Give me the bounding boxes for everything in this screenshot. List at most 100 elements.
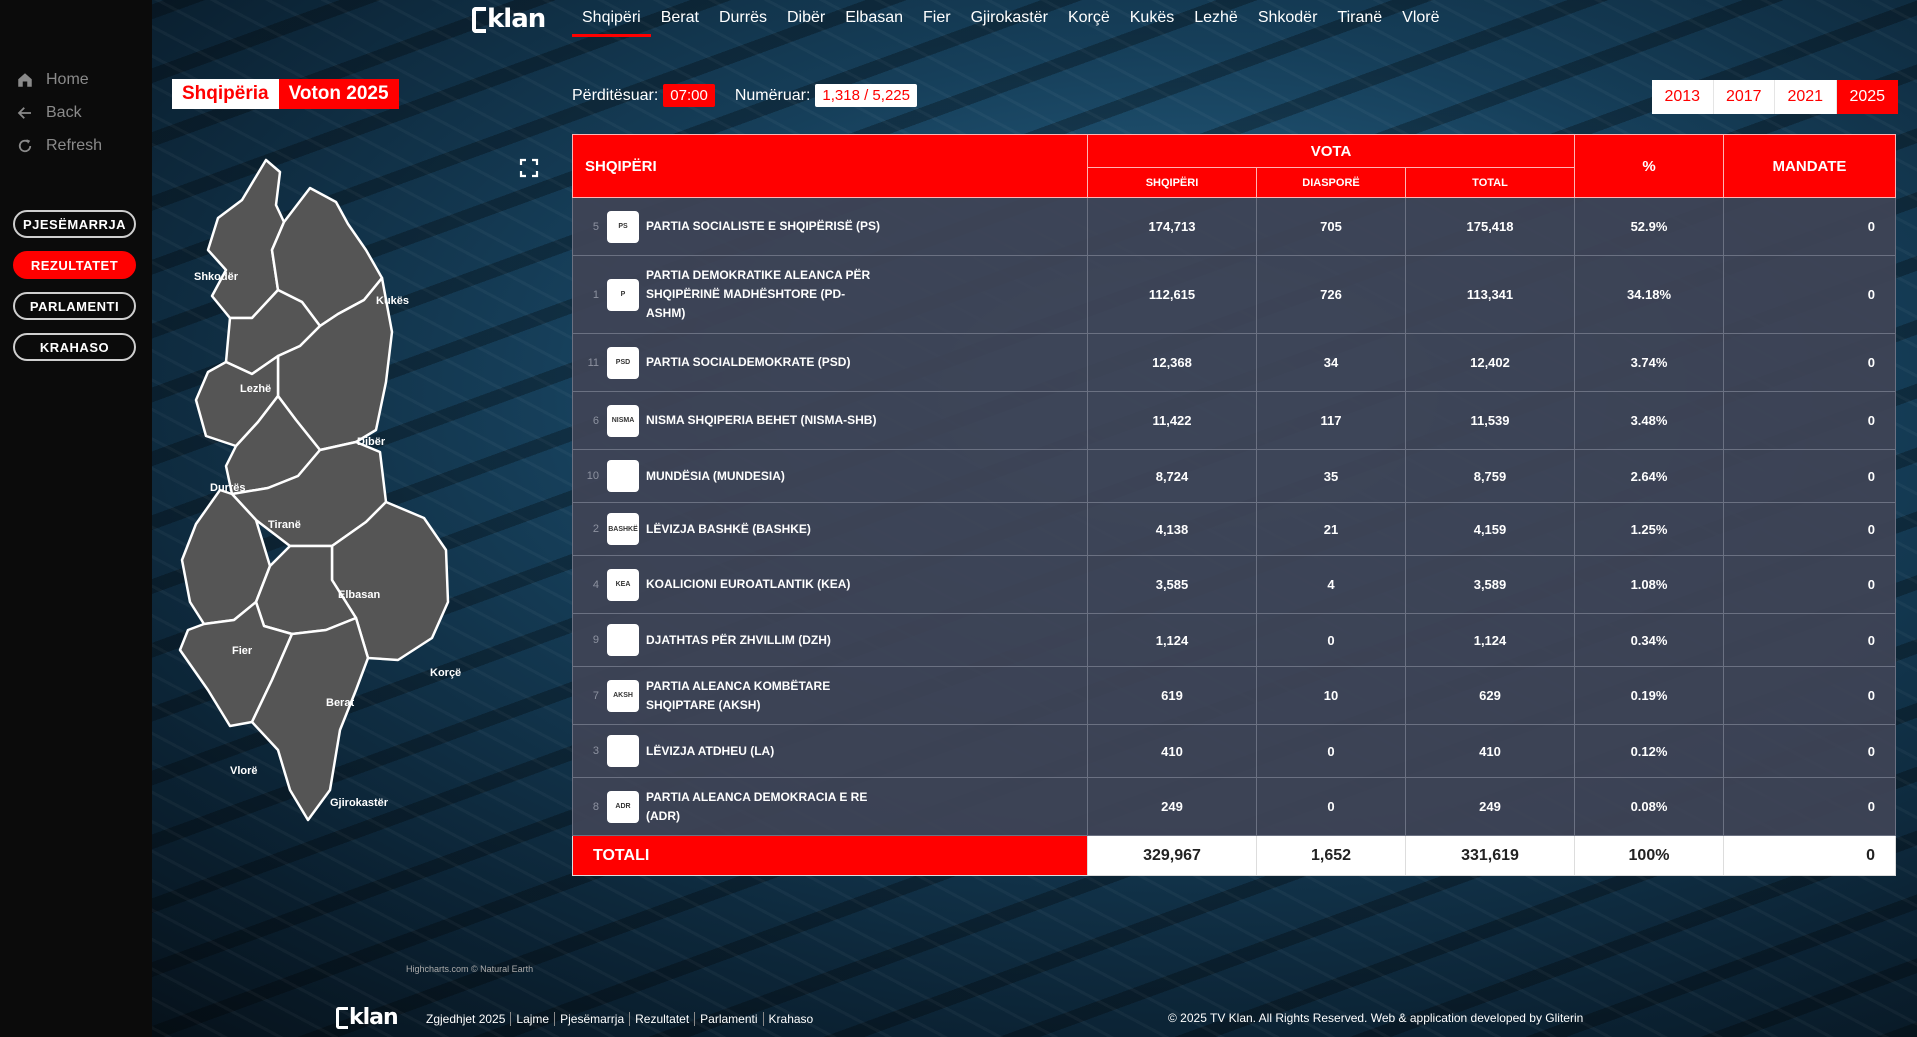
party-cell: 2 BASHKË LËVIZJA BASHKË (BASHKE) bbox=[572, 502, 1088, 556]
parliament-button[interactable]: PARLAMENTI bbox=[13, 292, 136, 320]
counted-label: Numëruar: bbox=[734, 86, 811, 104]
party-row[interactable]: 3 LËVIZJA ATDHEU (LA) 410 0 410 0.12% 0 bbox=[572, 724, 1896, 778]
party-index: 1 bbox=[592, 288, 599, 301]
votes-total: 8,759 bbox=[1405, 449, 1575, 503]
votes-diaspora: 0 bbox=[1256, 777, 1406, 836]
results-button[interactable]: REZULTATET bbox=[13, 251, 136, 279]
votes-domestic: 112,615 bbox=[1087, 255, 1257, 334]
nav-kukes[interactable]: Kukës bbox=[1120, 6, 1184, 37]
votes-total: 3,589 bbox=[1405, 555, 1575, 614]
votes-diaspora: 10 bbox=[1256, 666, 1406, 725]
party-row[interactable]: 11 PSD PARTIA SOCIALDEMOKRATE (PSD) 12,368 3… bbox=[572, 333, 1896, 392]
footer-link-parliament[interactable]: Parlamenti bbox=[695, 1012, 764, 1026]
party-row[interactable]: 1 P PARTIA DEMOKRATIKE ALEANCA PËR SHQIPËR… bbox=[572, 255, 1896, 334]
footer-link-results[interactable]: Rezultatet bbox=[630, 1012, 696, 1026]
map-label-kukes: Kukës bbox=[376, 295, 409, 307]
nav-vlore[interactable]: Vlorë bbox=[1392, 6, 1449, 37]
nav-korce[interactable]: Korçë bbox=[1058, 6, 1120, 37]
year-2021[interactable]: 2021 bbox=[1775, 80, 1837, 114]
year-2013[interactable]: 2013 bbox=[1652, 80, 1714, 114]
votes-diaspora: 34 bbox=[1256, 333, 1406, 392]
nav-lezhe[interactable]: Lezhë bbox=[1184, 6, 1248, 37]
footer-link-news[interactable]: Lajme bbox=[511, 1012, 556, 1026]
refresh-label: Refresh bbox=[46, 137, 103, 154]
map-credits[interactable]: Highcharts.com © Natural Earth bbox=[406, 964, 533, 974]
party-cell: 6 NISMA NISMA SHQIPERIA BEHET (NISMA-SHB) bbox=[572, 391, 1088, 450]
footer-link-compare[interactable]: Krahaso bbox=[764, 1012, 819, 1026]
party-name: PARTIA DEMOKRATIKE ALEANCA PËR SHQIPËRIN… bbox=[646, 268, 871, 320]
klan-logo[interactable]: klan bbox=[472, 4, 546, 34]
refresh-link[interactable]: Refresh bbox=[16, 137, 102, 155]
party-index: 2 bbox=[592, 523, 599, 535]
party-index: 4 bbox=[592, 578, 599, 591]
totals-diaspora: 1,652 bbox=[1256, 835, 1406, 876]
back-label: Back bbox=[46, 104, 82, 121]
totals-percent: 100% bbox=[1574, 835, 1724, 876]
totals-label: TOTALI bbox=[572, 835, 1088, 876]
votes-total: 629 bbox=[1405, 666, 1575, 725]
fullscreen-icon[interactable] bbox=[519, 158, 539, 178]
vote-percent: 3.74% bbox=[1574, 333, 1724, 392]
nav-shqiperi[interactable]: Shqipëri bbox=[572, 6, 651, 37]
back-link[interactable]: Back bbox=[16, 104, 82, 122]
year-2017[interactable]: 2017 bbox=[1714, 80, 1775, 114]
map-svg: Shkodër Kukës Lezhë Dibër Durrës Tiranë … bbox=[178, 158, 461, 822]
votes-domestic: 619 bbox=[1087, 666, 1257, 725]
seats: 0 bbox=[1723, 502, 1896, 556]
footer-link-elections[interactable]: Zgjedhjet 2025 bbox=[426, 1012, 512, 1026]
compare-button[interactable]: KRAHASO bbox=[13, 333, 136, 361]
party-logo-icon: PS bbox=[607, 210, 639, 243]
footer-links: Zgjedhjet 2025 Lajme Pjesëmarrja Rezulta… bbox=[426, 1012, 818, 1026]
party-row[interactable]: 4 KEA KOALICIONI EUROATLANTIK (KEA) 3,585 4 3… bbox=[572, 555, 1896, 614]
votes-diaspora: 705 bbox=[1256, 197, 1406, 256]
votes-domestic: 410 bbox=[1087, 724, 1257, 778]
vote-percent: 2.64% bbox=[1574, 449, 1724, 503]
party-name: DJATHTAS PËR ZHVILLIM (DZH) bbox=[646, 632, 831, 647]
party-row[interactable]: 9 DJATHTAS PËR ZHVILLIM (DZH) 1,124 0 1,124 0… bbox=[572, 613, 1896, 667]
year-2025[interactable]: 2025 bbox=[1836, 80, 1898, 114]
votes-diaspora: 0 bbox=[1256, 724, 1406, 778]
footer-link-participation[interactable]: Pjesëmarrja bbox=[555, 1012, 631, 1026]
party-row[interactable]: 8 ADR PARTIA ALEANCA DEMOKRACIA E RE (ADR)… bbox=[572, 777, 1896, 836]
nav-tirane[interactable]: Tiranë bbox=[1327, 6, 1392, 37]
party-row[interactable]: 5 PS PARTIA SOCIALISTE E SHQIPËRISË (PS) 17… bbox=[572, 197, 1896, 256]
party-index: 11 bbox=[587, 356, 599, 369]
nav-elbasan[interactable]: Elbasan bbox=[835, 6, 913, 37]
home-link[interactable]: Home bbox=[16, 71, 89, 89]
arrow-left-icon bbox=[17, 107, 31, 119]
header-diaspora: DIASPORË bbox=[1256, 167, 1406, 198]
party-index: 8 bbox=[592, 800, 599, 813]
badge-country: Shqipëria bbox=[172, 79, 279, 109]
status-bar: Përditësuar: 07:00 Numëruar: 1,318 / 5,2… bbox=[572, 84, 917, 107]
party-index: 5 bbox=[592, 220, 599, 233]
vote-percent: 3.48% bbox=[1574, 391, 1724, 450]
votes-domestic: 3,585 bbox=[1087, 555, 1257, 614]
footer-logo[interactable]: klan bbox=[336, 1005, 399, 1030]
party-row[interactable]: 2 BASHKË LËVIZJA BASHKË (BASHKE) 4,138 21 4,1… bbox=[572, 502, 1896, 556]
party-cell: 7 AKSH PARTIA ALEANCA KOMBËTARE SHQIPTARE … bbox=[572, 666, 1088, 725]
nav-berat[interactable]: Berat bbox=[651, 6, 709, 37]
party-name: PARTIA ALEANCA KOMBËTARE SHQIPTARE (AKSH… bbox=[646, 678, 831, 712]
party-name: MUNDËSIA (MUNDESIA) bbox=[646, 468, 785, 483]
seats: 0 bbox=[1723, 255, 1896, 334]
sidebar: Home Back Refresh PJESËMARRJA REZULTATET… bbox=[0, 0, 152, 1037]
home-label: Home bbox=[46, 71, 89, 88]
vote-percent: 34.18% bbox=[1574, 255, 1724, 334]
nav-gjirokaster[interactable]: Gjirokastër bbox=[961, 6, 1058, 37]
party-row[interactable]: 7 AKSH PARTIA ALEANCA KOMBËTARE SHQIPTARE … bbox=[572, 666, 1896, 725]
nav-durres[interactable]: Durrës bbox=[709, 6, 777, 37]
participation-button[interactable]: PJESËMARRJA bbox=[13, 210, 136, 238]
nav-diber[interactable]: Dibër bbox=[777, 6, 835, 37]
votes-diaspora: 0 bbox=[1256, 613, 1406, 667]
party-cell: 11 PSD PARTIA SOCIALDEMOKRATE (PSD) bbox=[572, 333, 1088, 392]
party-row[interactable]: 10 MUNDËSIA (MUNDESIA) 8,724 35 8,759 2.64% 0 bbox=[572, 449, 1896, 503]
nav-shkoder[interactable]: Shkodër bbox=[1248, 6, 1328, 37]
nav-fier[interactable]: Fier bbox=[913, 6, 961, 37]
party-name: PARTIA ALEANCA DEMOKRACIA E RE (ADR) bbox=[646, 789, 868, 823]
updated-label: Përditësuar: bbox=[572, 86, 659, 104]
party-row[interactable]: 6 NISMA NISMA SHQIPERIA BEHET (NISMA-SHB) 1… bbox=[572, 391, 1896, 450]
map-label-tirane: Tiranë bbox=[268, 519, 301, 531]
votes-domestic: 4,138 bbox=[1087, 502, 1257, 556]
vote-percent: 52.9% bbox=[1574, 197, 1724, 256]
vote-percent: 0.08% bbox=[1574, 777, 1724, 836]
